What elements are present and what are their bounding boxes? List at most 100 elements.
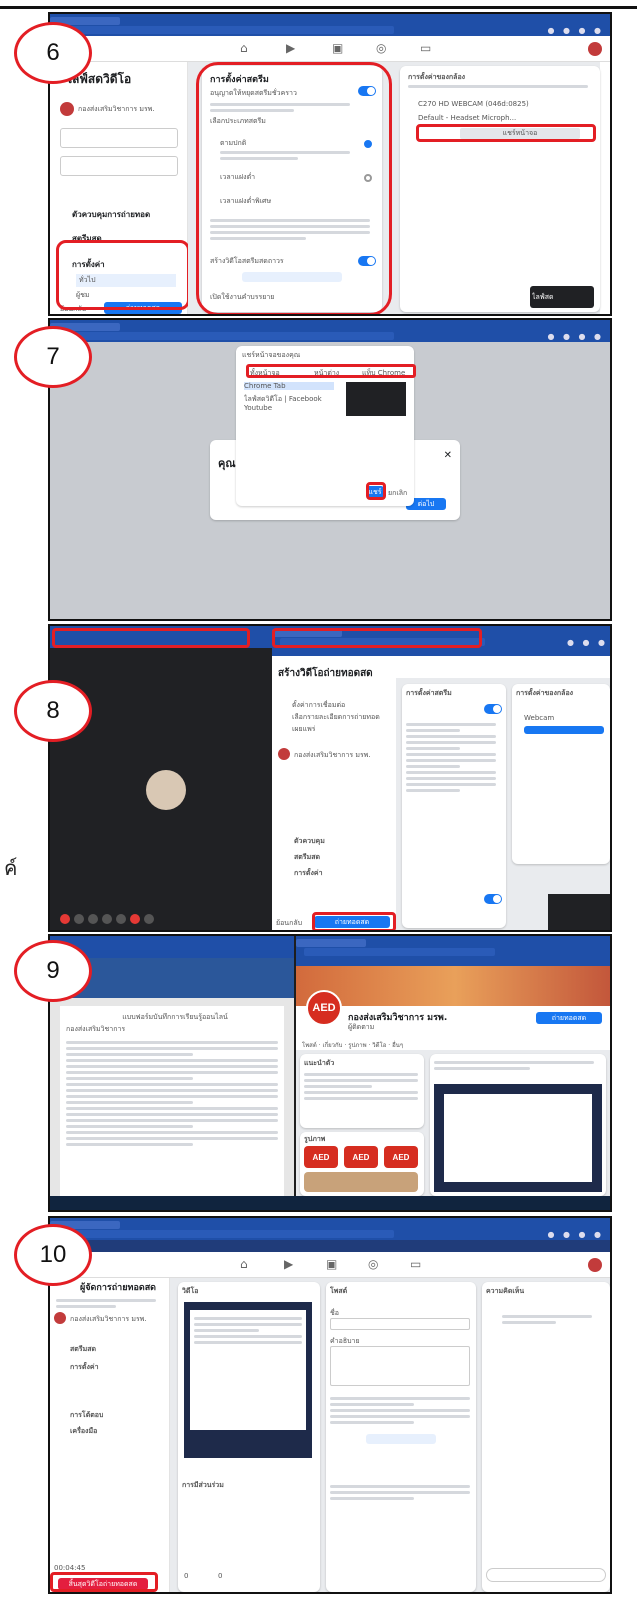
dropdown-audience[interactable] <box>60 128 178 148</box>
photos-card: รูปภาพ AED AED AED <box>300 1132 424 1196</box>
home-icon[interactable]: ⌂ <box>240 1257 248 1271</box>
page-avatar <box>54 1312 66 1324</box>
metric-2: 0 <box>218 1572 223 1580</box>
share-dialog-title: แชร์หน้าจอของคุณ <box>242 351 301 359</box>
gaming-icon[interactable]: ▭ <box>420 41 431 55</box>
facebook-navbar: ⌂ ▶ ▣ ◎ ▭ <box>50 1252 610 1278</box>
gaming-icon[interactable]: ▭ <box>410 1257 421 1271</box>
watch-icon[interactable]: ▶ <box>284 1257 293 1271</box>
step-badge-10: 10 <box>14 1224 92 1286</box>
photo-thumb-3[interactable]: AED <box>384 1146 418 1168</box>
document-page: แบบฟอร์มบันทึกการเรียนรู้ออนไลน์ กองส่งเ… <box>60 1006 284 1196</box>
sidebar-title: ผู้จัดการถ่ายทอดสด <box>80 1283 157 1293</box>
share-item-3[interactable]: Youtube <box>244 404 334 412</box>
profile-avatar[interactable] <box>588 42 602 56</box>
live-label: ไลฟ์สด <box>532 293 554 301</box>
step6-screenshot: ● ● ● ● ⌂ ▶ ▣ ◎ ▭ ไลฟ์สดวิดีโอ กองส่งเสร… <box>48 12 612 316</box>
highlight-end-live <box>50 1572 158 1592</box>
step-badge-9: 9 <box>14 940 92 1002</box>
facebook-navbar: ⌂ ▶ ▣ ◎ ▭ <box>50 36 610 62</box>
photo-thumb-1[interactable]: AED <box>304 1146 338 1168</box>
page-avatar <box>60 102 74 116</box>
highlight-settings-menu <box>56 240 190 310</box>
photo-row-2 <box>304 1172 418 1192</box>
comments-card: ความคิดเห็น <box>482 1282 610 1592</box>
highlight-facebook-tabs <box>272 628 482 648</box>
share-preview <box>346 382 406 416</box>
live-video-preview <box>184 1302 312 1458</box>
groups-icon[interactable]: ◎ <box>368 1257 378 1271</box>
checklist-3: เผยแพร่ <box>292 725 316 733</box>
back-button[interactable]: ย้อนกลับ <box>276 918 302 929</box>
top-rule <box>0 6 637 9</box>
comment-input[interactable] <box>486 1568 606 1582</box>
live-preview-thumb <box>548 894 610 930</box>
highlight-settings-card <box>196 62 392 314</box>
page-name: กองส่งเสริมวิชาการ มรพ. <box>78 105 155 113</box>
share-cancel-button[interactable]: ยกเลิก <box>388 488 407 499</box>
step-badge-6: 6 <box>14 22 92 84</box>
devices-title: การตั้งค่าของกล้อง <box>516 689 574 697</box>
marketplace-icon[interactable]: ▣ <box>332 41 343 55</box>
sidebar-item-stream[interactable]: สตรีมสด <box>294 852 320 863</box>
title-input[interactable] <box>330 1318 470 1330</box>
page-followers: ผู้ติดตาม <box>348 1023 375 1031</box>
watch-icon[interactable]: ▶ <box>286 41 295 55</box>
metric-1: 0 <box>184 1572 189 1580</box>
page-name: กองส่งเสริมวิชาการ มรพ. <box>294 751 371 759</box>
close-icon[interactable]: ✕ <box>444 450 452 461</box>
side-fragment-text: ค์ <box>4 856 18 880</box>
sidebar-item-settings[interactable]: การตั้งค่า <box>70 1362 99 1373</box>
highlight-meeting-tabs <box>52 628 250 648</box>
page-profile-logo: AED <box>306 990 342 1026</box>
photos-title: รูปภาพ <box>304 1135 326 1143</box>
page-name: กองส่งเสริมวิชาการ มรพ. <box>70 1315 147 1323</box>
windows-taskbar <box>50 1196 610 1210</box>
page-tabs[interactable]: โพสต์ · เกี่ยวกับ · รูปภาพ · วิดีโอ · อื… <box>302 1040 403 1050</box>
browser-toolbar: ● ● ● ● <box>50 320 610 342</box>
profile-avatar[interactable] <box>588 1258 602 1272</box>
live-post-card <box>430 1054 606 1196</box>
engagement-label: การมีส่วนร่วม <box>182 1481 224 1489</box>
video-preview-card: วิดีโอ การมีส่วนร่วม 0 0 <box>178 1282 320 1592</box>
preview-title: วิดีโอ <box>182 1287 199 1295</box>
sidebar-item-tools[interactable]: เครื่องมือ <box>70 1426 97 1437</box>
photo-thumb-2[interactable]: AED <box>344 1146 378 1168</box>
page-avatar <box>278 748 290 760</box>
share-item-1[interactable]: Chrome Tab <box>244 382 334 390</box>
checklist-2: เลือกรายละเอียดการถ่ายทอด <box>292 713 380 721</box>
step-badge-7: 7 <box>14 326 92 388</box>
permanent-toggle[interactable] <box>484 894 502 904</box>
browser-toolbar: ● ● ● ● <box>50 14 610 36</box>
home-icon[interactable]: ⌂ <box>240 41 248 55</box>
sidebar-item-settings[interactable]: การตั้งค่า <box>294 868 323 879</box>
groups-icon[interactable]: ◎ <box>376 41 386 55</box>
post-details-card: โพสต์ ชื่อ คำอธิบาย <box>326 1282 476 1592</box>
sidebar-item-interact[interactable]: การโต้ตอบ <box>70 1410 103 1421</box>
live-video-post[interactable] <box>434 1084 602 1192</box>
meeting-controls[interactable] <box>58 914 156 926</box>
description-input[interactable] <box>330 1346 470 1386</box>
post-title: โพสต์ <box>330 1287 348 1295</box>
pause-toggle[interactable] <box>484 704 502 714</box>
share-screen-button[interactable] <box>524 726 604 734</box>
sidebar-item-dashboard[interactable]: ตัวควบคุมการถ่ายทอด <box>72 208 150 221</box>
camera-select[interactable]: Webcam <box>524 714 554 722</box>
dropdown-title[interactable] <box>60 156 178 176</box>
document-title: แบบฟอร์มบันทึกการเรียนรู้ออนไลน์ <box>122 1013 228 1021</box>
sidebar-item-dashboard[interactable]: ตัวควบคุม <box>294 836 325 847</box>
facebook-page-window: AED กองส่งเสริมวิชาการ มรพ. ผู้ติดตาม ถ่… <box>296 936 610 1198</box>
meeting-window <box>50 626 272 930</box>
live-sidebar: ผู้จัดการถ่ายทอดสด กองส่งเสริมวิชาการ มร… <box>50 1278 170 1592</box>
marketplace-icon[interactable]: ▣ <box>326 1257 337 1271</box>
sidebar-item-stream[interactable]: สตรีมสด <box>70 1344 96 1355</box>
comments-title: ความคิดเห็น <box>486 1287 525 1295</box>
live-badge-button[interactable]: ถ่ายทอดสด <box>536 1012 602 1024</box>
camera-select[interactable]: C270 HD WEBCAM (046d:0825) <box>418 100 568 108</box>
save-button[interactable] <box>366 1434 436 1444</box>
facebook-window: ● ● ● สร้างวิดีโอถ่ายทอดสด ตั้งค่าการเชื… <box>272 626 610 930</box>
step-badge-8: 8 <box>14 680 92 742</box>
step9-screenshot: แบบฟอร์มบันทึกการเรียนรู้ออนไลน์ กองส่งเ… <box>48 934 612 1212</box>
stream-settings-card: การตั้งค่าสตรีม <box>402 684 506 928</box>
mic-select[interactable]: Default - Headset Microph... <box>418 114 568 122</box>
